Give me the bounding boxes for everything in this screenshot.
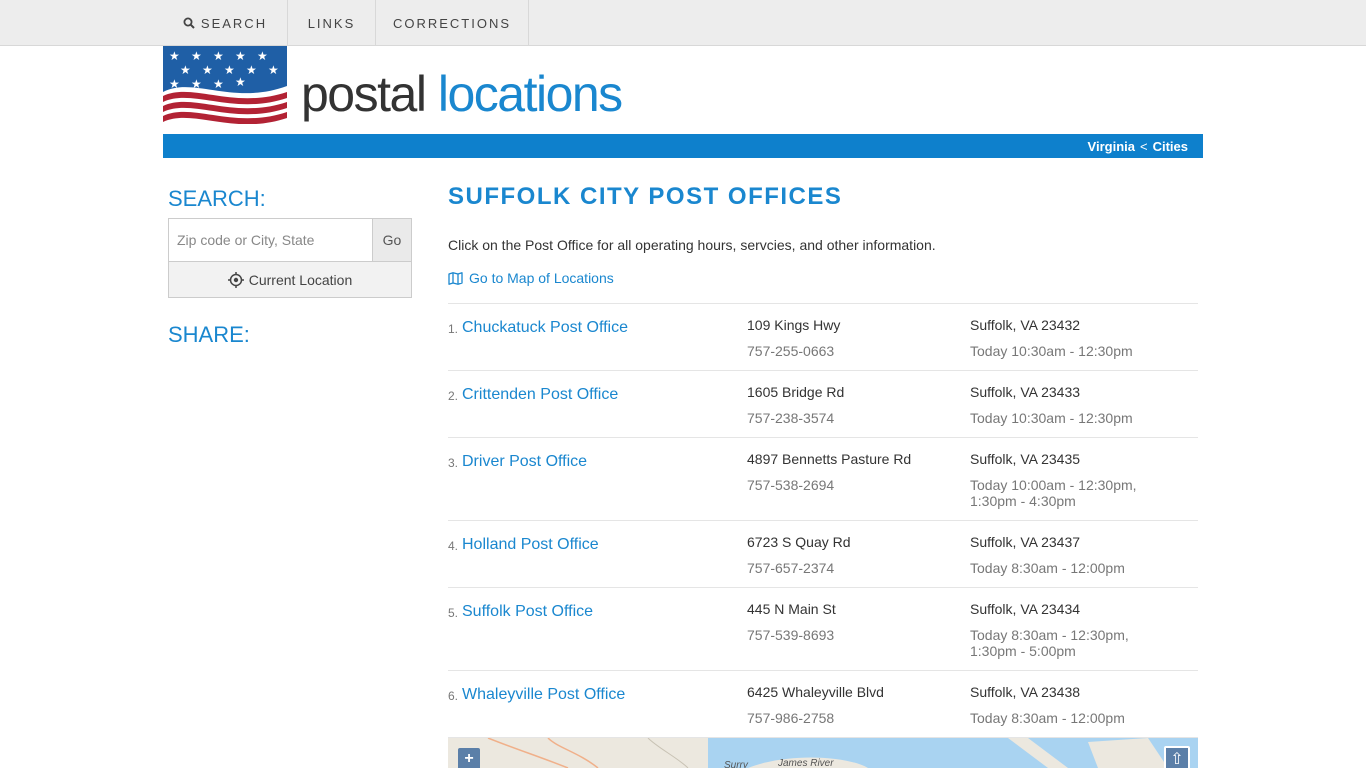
office-address: 109 Kings Hwy xyxy=(747,317,841,333)
office-row: 1. Chuckatuck Post Office 109 Kings Hwy … xyxy=(448,304,1198,371)
office-number: 6. xyxy=(448,689,459,703)
nav-search-label: SEARCH xyxy=(200,15,268,31)
top-nav: SEARCH LINKS CORRECTIONS xyxy=(0,0,1366,46)
office-address: 4897 Bennetts Pasture Rd xyxy=(747,451,912,467)
office-row: 2. Crittenden Post Office 1605 Bridge Rd… xyxy=(448,371,1198,438)
office-hours: Today 10:30am - 12:30pm xyxy=(970,343,1133,359)
nav-links[interactable]: LINKS xyxy=(288,0,376,46)
flag-logo[interactable]: ★ ★ ★ ★ ★ ★ ★ ★ ★ ★ ★ ★ ★ ★ xyxy=(163,46,287,124)
current-location-button[interactable]: Current Location xyxy=(169,262,411,297)
svg-text:★: ★ xyxy=(169,49,180,63)
office-row: 5. Suffolk Post Office 445 N Main St 757… xyxy=(448,588,1198,671)
nav-search[interactable]: SEARCH xyxy=(163,0,288,46)
sidebar-search-title: SEARCH: xyxy=(168,186,266,211)
site-logo-text[interactable]: postal locations xyxy=(301,62,623,126)
svg-text:★: ★ xyxy=(169,77,180,91)
office-name-link[interactable]: Crittenden Post Office xyxy=(462,386,618,404)
office-city-zip: Suffolk, VA 23437 xyxy=(970,534,1081,550)
svg-text:★: ★ xyxy=(246,63,257,77)
office-hours: Today 8:30am - 12:00pm xyxy=(970,710,1125,726)
svg-text:★: ★ xyxy=(213,49,224,63)
office-name-link[interactable]: Whaleyville Post Office xyxy=(462,686,625,704)
search-input[interactable] xyxy=(169,219,373,262)
office-number: 3. xyxy=(448,456,459,470)
office-number: 2. xyxy=(448,389,459,403)
office-address: 445 N Main St xyxy=(747,601,836,617)
logo-postal: postal xyxy=(301,66,427,122)
locations-map[interactable]: + ⇧ Surry James River xyxy=(448,738,1198,768)
svg-text:★: ★ xyxy=(268,63,279,77)
go-button[interactable]: Go xyxy=(373,219,411,262)
office-city-zip: Suffolk, VA 23432 xyxy=(970,317,1081,333)
breadcrumb-state[interactable]: Virginia xyxy=(1088,139,1135,154)
svg-text:★: ★ xyxy=(224,63,235,77)
current-location-label: Current Location xyxy=(248,271,353,288)
breadcrumb: Virginia < Cities xyxy=(163,134,1203,158)
office-city-zip: Suffolk, VA 23433 xyxy=(970,384,1081,400)
breadcrumb-separator: < xyxy=(1140,138,1148,154)
office-phone: 757-986-2758 xyxy=(747,710,835,726)
svg-text:★: ★ xyxy=(202,63,213,77)
office-name-link[interactable]: Driver Post Office xyxy=(462,453,587,471)
breadcrumb-cities[interactable]: Cities xyxy=(1153,139,1188,154)
office-hours: Today 10:00am - 12:30pm, 1:30pm - 4:30pm xyxy=(970,477,1137,509)
office-city-zip: Suffolk, VA 23434 xyxy=(970,601,1081,617)
office-address: 1605 Bridge Rd xyxy=(747,384,845,400)
svg-text:★: ★ xyxy=(191,49,202,63)
map-label-river: James River xyxy=(778,758,834,768)
logo-locations: locations xyxy=(437,66,623,122)
svg-text:★: ★ xyxy=(191,77,202,91)
office-phone: 757-238-3574 xyxy=(747,410,835,426)
map-link-label: Go to Map of Locations xyxy=(469,270,614,286)
office-phone: 757-657-2374 xyxy=(747,560,835,576)
svg-text:★: ★ xyxy=(213,77,224,91)
svg-text:★: ★ xyxy=(257,49,268,63)
office-name-link[interactable]: Chuckatuck Post Office xyxy=(462,319,628,337)
nav-corrections[interactable]: CORRECTIONS xyxy=(376,0,529,46)
office-number: 4. xyxy=(448,539,459,553)
intro-text: Click on the Post Office for all operati… xyxy=(448,237,936,253)
office-address: 6723 S Quay Rd xyxy=(747,534,851,550)
office-name-link[interactable]: Holland Post Office xyxy=(462,536,599,554)
crosshair-icon xyxy=(227,271,244,288)
map-label-surry: Surry xyxy=(724,760,748,768)
page-title: SUFFOLK CITY POST OFFICES xyxy=(448,183,843,210)
map-icon xyxy=(448,271,463,285)
sidebar-share-title: SHARE: xyxy=(168,322,250,347)
search-icon xyxy=(183,17,195,29)
office-city-zip: Suffolk, VA 23438 xyxy=(970,684,1081,700)
map-link[interactable]: Go to Map of Locations xyxy=(448,270,614,286)
office-phone: 757-538-2694 xyxy=(747,477,835,493)
svg-text:★: ★ xyxy=(235,75,246,89)
office-number: 5. xyxy=(448,606,459,620)
office-hours: Today 10:30am - 12:30pm xyxy=(970,410,1133,426)
office-city-zip: Suffolk, VA 23435 xyxy=(970,451,1081,467)
office-list: 1. Chuckatuck Post Office 109 Kings Hwy … xyxy=(448,303,1198,738)
office-number: 1. xyxy=(448,322,459,336)
svg-text:★: ★ xyxy=(180,63,191,77)
svg-text:★: ★ xyxy=(235,49,246,63)
office-phone: 757-539-8693 xyxy=(747,627,835,643)
map-zoom-in-button[interactable]: + xyxy=(458,748,480,768)
office-name-link[interactable]: Suffolk Post Office xyxy=(462,603,593,621)
office-address: 6425 Whaleyville Blvd xyxy=(747,684,884,700)
office-row: 4. Holland Post Office 6723 S Quay Rd 75… xyxy=(448,521,1198,588)
office-row: 6. Whaleyville Post Office 6425 Whaleyvi… xyxy=(448,671,1198,738)
office-hours: Today 8:30am - 12:00pm xyxy=(970,560,1125,576)
office-hours: Today 8:30am - 12:30pm, 1:30pm - 5:00pm xyxy=(970,627,1129,659)
office-row: 3. Driver Post Office 4897 Bennetts Past… xyxy=(448,438,1198,521)
office-phone: 757-255-0663 xyxy=(747,343,835,359)
map-fullscreen-icon[interactable]: ⇧ xyxy=(1164,746,1190,768)
search-box: Go Current Location xyxy=(168,218,412,298)
